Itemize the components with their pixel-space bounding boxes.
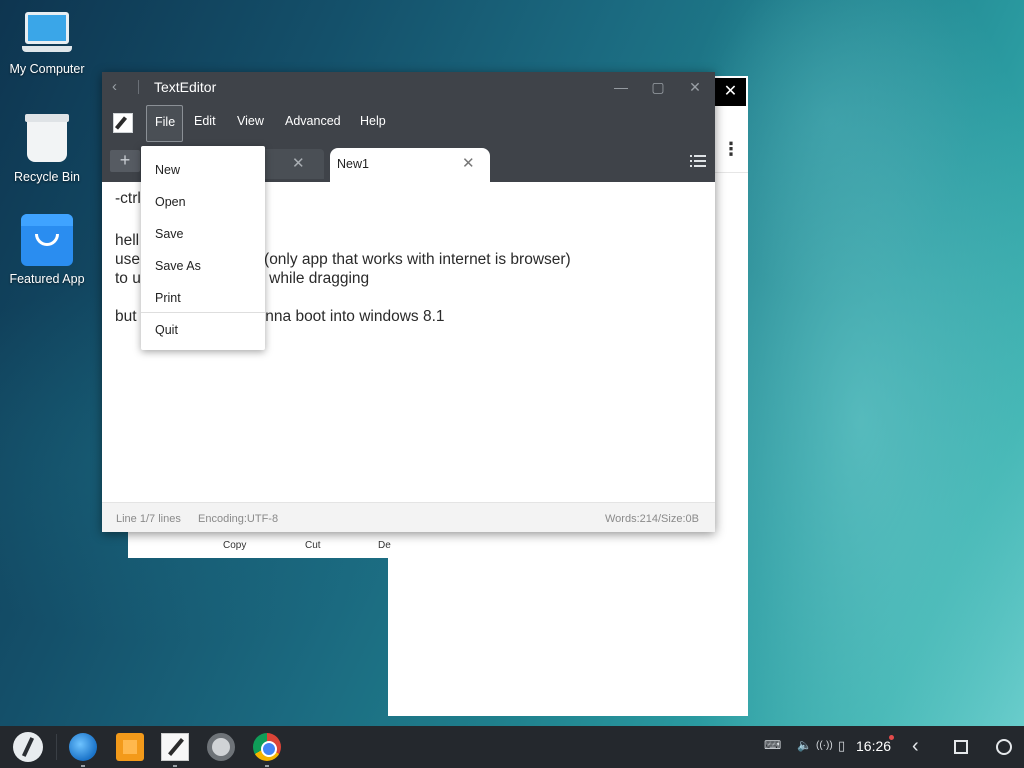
menu-item-save-as[interactable]: Save As: [141, 250, 265, 280]
line-count: Line 1/7 lines: [116, 513, 181, 525]
menu-help[interactable]: Help: [360, 114, 386, 128]
status-bar: Line 1/7 lines Encoding:UTF-8 Words:214/…: [102, 502, 715, 532]
encoding: Encoding:UTF-8: [198, 513, 279, 525]
more-options-icon[interactable]: ⋮: [722, 138, 740, 160]
menu-divider: [141, 312, 265, 313]
recent-apps-button[interactable]: [996, 739, 1012, 755]
tab-new1[interactable]: New1 ✕: [330, 148, 490, 182]
menu-item-new[interactable]: New: [141, 154, 265, 184]
window-title: TextEditor: [154, 79, 217, 95]
text-line: -ctrl: [115, 190, 141, 207]
text-selection-toolbar: Copy Cut De: [128, 532, 391, 558]
menu-bar: File Edit View Advanced Help: [102, 102, 715, 144]
keyboard-icon[interactable]: ⌨: [764, 738, 781, 752]
start-menu-button[interactable]: [13, 732, 43, 762]
tab-untitled[interactable]: ✕: [262, 149, 324, 179]
clock[interactable]: 16:26: [856, 738, 891, 754]
divider: [138, 80, 139, 94]
document-stats: Words:214/Size:0B: [605, 513, 699, 525]
menu-file-label: File: [155, 115, 176, 129]
notification-badge: [889, 735, 894, 740]
desktop-icon-my-computer[interactable]: My Computer: [4, 12, 90, 76]
running-indicator: [81, 765, 85, 767]
close-tab-icon[interactable]: ✕: [292, 154, 305, 172]
back-button[interactable]: ‹: [912, 735, 919, 758]
minimize-button[interactable]: —: [610, 76, 632, 98]
tab-label: New1: [337, 157, 369, 171]
shopping-bag-icon: [21, 214, 73, 266]
text-editor-icon[interactable]: [161, 733, 189, 761]
menu-item-quit[interactable]: Quit: [141, 314, 265, 344]
file-menu-dropdown: New Open Save Save As Print Quit: [141, 146, 265, 350]
running-indicator: [173, 765, 177, 767]
add-tab-button[interactable]: +: [110, 150, 140, 172]
divider: [56, 734, 57, 760]
desktop-icon-label: Featured App: [9, 272, 85, 286]
settings-icon[interactable]: [207, 733, 235, 761]
chrome-icon[interactable]: [253, 733, 281, 761]
cut-action[interactable]: Cut: [305, 540, 321, 551]
volume-icon[interactable]: 🔈: [797, 738, 812, 752]
text-editor-icon: [113, 113, 133, 133]
menu-advanced[interactable]: Advanced: [285, 114, 341, 128]
home-button[interactable]: [954, 740, 968, 754]
network-icon[interactable]: ((·)): [816, 740, 833, 751]
title-bar: ‹ TextEditor — ▢ ✕: [102, 72, 715, 102]
trash-icon: [23, 112, 71, 164]
menu-item-print[interactable]: Print: [141, 282, 265, 312]
desktop-icon-label: Recycle Bin: [14, 170, 80, 184]
delete-action[interactable]: De: [378, 540, 391, 551]
close-tab-icon[interactable]: ✕: [462, 154, 475, 172]
tab-list-icon[interactable]: [690, 154, 706, 168]
menu-item-save[interactable]: Save: [141, 218, 265, 248]
back-icon[interactable]: ‹: [112, 78, 117, 95]
close-icon[interactable]: ✕: [715, 78, 746, 106]
copy-action[interactable]: Copy: [223, 540, 246, 551]
menu-view[interactable]: View: [237, 114, 264, 128]
menu-edit[interactable]: Edit: [194, 114, 216, 128]
running-indicator: [265, 765, 269, 767]
desktop-icon-recycle-bin[interactable]: Recycle Bin: [4, 112, 90, 184]
battery-icon[interactable]: ▯: [838, 738, 845, 754]
file-manager-icon[interactable]: [116, 733, 144, 761]
maximize-button[interactable]: ▢: [647, 76, 669, 98]
menu-file[interactable]: File: [146, 105, 183, 142]
desktop-icon-featured-app[interactable]: Featured App: [4, 214, 90, 286]
browser-icon[interactable]: [69, 733, 97, 761]
laptop-icon: [22, 12, 72, 56]
close-button[interactable]: ✕: [684, 76, 706, 98]
divider: [715, 172, 748, 173]
desktop-icon-label: My Computer: [9, 62, 85, 76]
menu-item-open[interactable]: Open: [141, 186, 265, 216]
taskbar: ⌨ 🔈 ((·)) ▯ 16:26 ‹: [0, 726, 1024, 768]
